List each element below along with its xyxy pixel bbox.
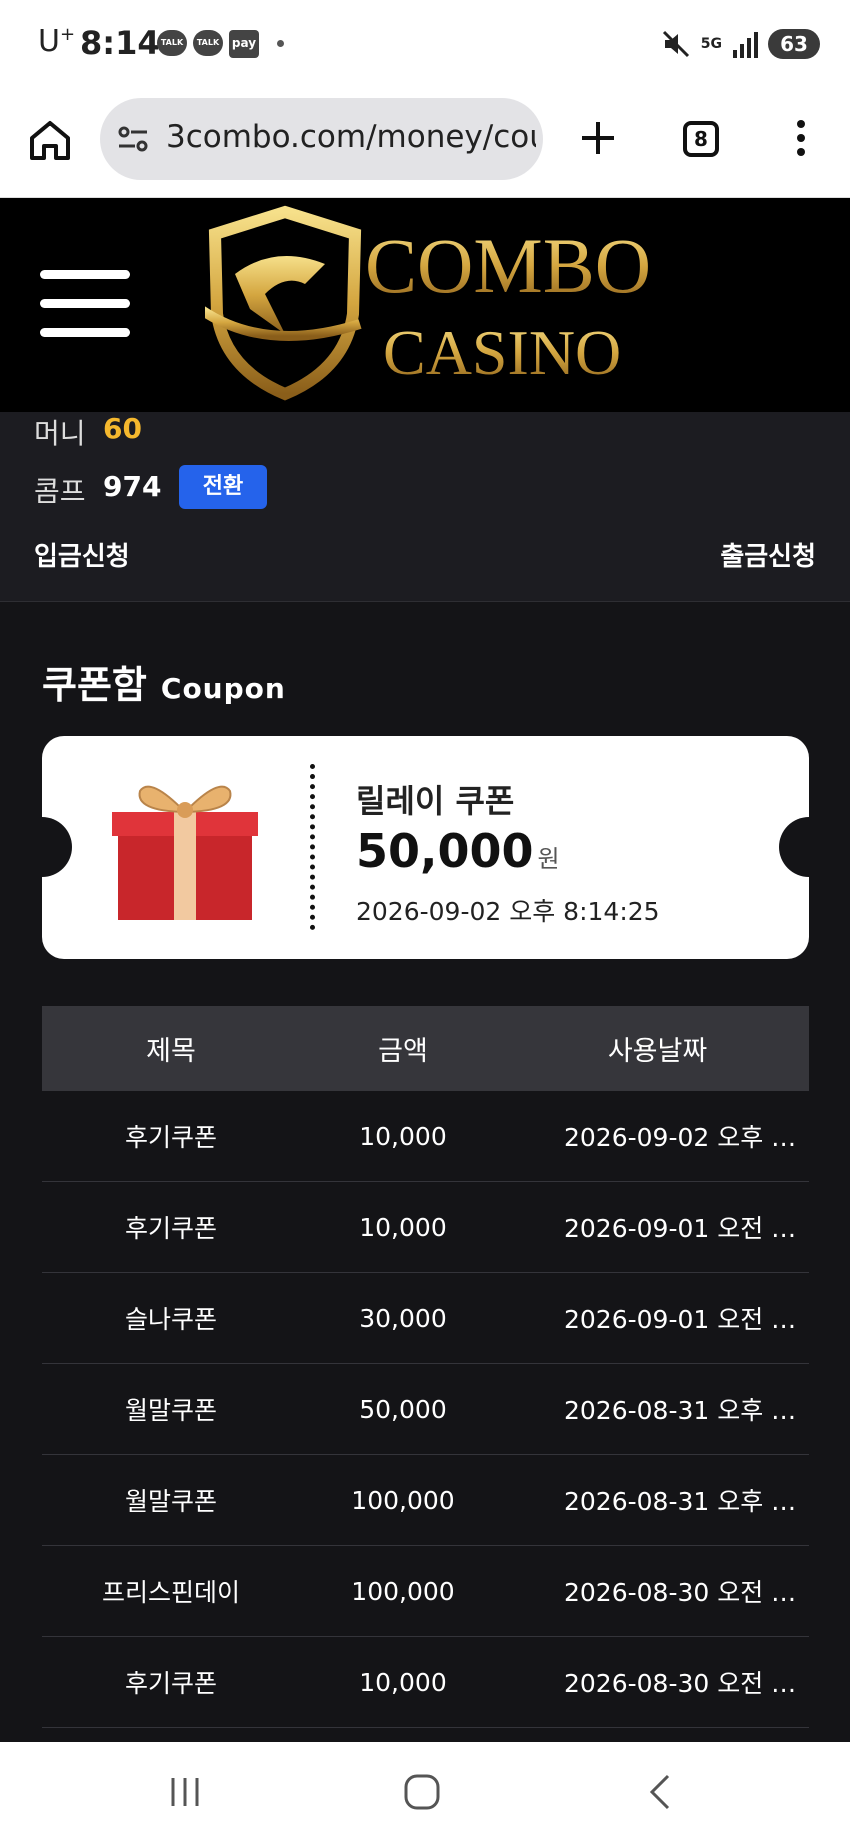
ticket-divider: [310, 764, 315, 930]
money-label: 머니: [34, 417, 86, 450]
row-amount: 50,000: [359, 1394, 447, 1424]
table-header: 제목 금액 사용날짜: [42, 1006, 809, 1091]
table-row[interactable]: 후기쿠폰 10,000 2026-09-02 오후 …: [42, 1091, 809, 1182]
coupon-ticket[interactable]: 릴레이 쿠폰 50,000 원 2026-09-02 오후 8:14:25: [42, 736, 809, 959]
status-bar: U+ 8:14 TALK TALK pay 5G 63: [0, 0, 850, 88]
carrier-label: U+: [38, 24, 76, 59]
withdraw-request-link[interactable]: 출금신청: [720, 536, 816, 573]
svg-text:CASINO: CASINO: [383, 317, 621, 388]
back-icon[interactable]: [642, 1772, 682, 1812]
ticket-notch-right: [779, 817, 809, 877]
status-time: 8:14: [80, 24, 160, 62]
talk-notification-icon: TALK: [157, 30, 187, 56]
row-amount: 10,000: [359, 1667, 447, 1697]
svg-text:COMBO: COMBO: [365, 222, 651, 309]
table-row[interactable]: 프리스핀데이 100,000 2026-08-30 오전 …: [42, 1546, 809, 1637]
row-date: 2026-08-30 오전 …: [564, 1578, 797, 1607]
row-date: 2026-09-01 오전 …: [564, 1214, 797, 1243]
balance-panel: 머니 60 콤프 974 전환 입금신청 출금신청: [0, 412, 850, 602]
row-amount: 10,000: [359, 1121, 447, 1151]
row-amount: 10,000: [359, 1212, 447, 1242]
table-row[interactable]: 후기쿠폰 10,000 2026-09-01 오전 …: [42, 1182, 809, 1273]
mute-icon: [662, 30, 689, 58]
ticket-notch-left: [42, 817, 72, 877]
coupon-title-ko: 쿠폰함: [42, 663, 147, 707]
table-row[interactable]: 슬나쿠폰 30,000 2026-09-01 오전 …: [42, 1273, 809, 1364]
row-date: 2026-09-01 오전 …: [564, 1305, 797, 1334]
row-date: 2026-08-31 오후 …: [564, 1487, 797, 1516]
new-tab-icon[interactable]: [578, 118, 618, 158]
row-title: 월말쿠폰: [124, 1396, 217, 1425]
more-notifications-dot: [277, 40, 284, 47]
row-title: 후기쿠폰: [124, 1669, 217, 1698]
browser-toolbar: 3combo.com/money/coupon 8: [0, 88, 850, 198]
comp-value: 974: [103, 470, 162, 503]
network-5g-icon: 5G: [700, 36, 722, 52]
row-date: 2026-09-02 오후 …: [564, 1123, 797, 1152]
gift-box-icon: [112, 785, 258, 920]
money-value: 60: [103, 412, 142, 445]
row-title: 프리스핀데이: [101, 1578, 240, 1607]
recent-apps-icon[interactable]: [165, 1772, 205, 1812]
row-amount: 30,000: [359, 1303, 447, 1333]
coupon-date: 2026-09-02 오후 8:14:25: [356, 897, 660, 926]
comp-label: 콤프: [34, 475, 86, 508]
row-amount: 100,000: [351, 1576, 455, 1606]
tab-switcher-button[interactable]: 8: [683, 121, 719, 157]
coupon-amount: 50,000 원: [356, 824, 560, 878]
table-row[interactable]: 후기쿠폰 10,000 2026-08-30 오전 …: [42, 1637, 809, 1728]
deposit-request-link[interactable]: 입금신청: [34, 536, 130, 573]
url-text[interactable]: 3combo.com/money/coupon: [166, 119, 536, 155]
row-date: 2026-08-31 오후 …: [564, 1396, 797, 1425]
coupon-title-en: Coupon: [160, 672, 286, 705]
row-title: 월말쿠폰: [124, 1487, 217, 1516]
home-nav-icon[interactable]: [402, 1772, 442, 1812]
signal-icon: [733, 32, 758, 58]
site-settings-icon[interactable]: [116, 122, 150, 156]
header-amount: 금액: [378, 1036, 428, 1067]
home-icon[interactable]: [28, 118, 72, 162]
system-nav-bar: [0, 1742, 850, 1842]
address-bar[interactable]: 3combo.com/money/coupon: [100, 98, 543, 180]
coupon-name: 릴레이 쿠폰: [356, 782, 515, 820]
header-date: 사용날짜: [607, 1036, 708, 1067]
table-row[interactable]: 월말쿠폰 50,000 2026-08-31 오후 …: [42, 1364, 809, 1455]
page-title: 쿠폰함 Coupon: [42, 654, 286, 709]
more-options-icon[interactable]: [786, 118, 816, 158]
battery-icon: 63: [768, 29, 820, 59]
hamburger-menu-icon[interactable]: [40, 270, 130, 338]
site-header: COMBO CASINO: [0, 198, 850, 412]
convert-button[interactable]: 전환: [179, 465, 267, 509]
pay-notification-icon: pay: [229, 30, 259, 58]
combo-casino-logo[interactable]: COMBO CASINO: [205, 204, 655, 404]
header-title: 제목: [146, 1036, 196, 1067]
row-title: 슬나쿠폰: [124, 1305, 217, 1334]
row-title: 후기쿠폰: [124, 1214, 217, 1243]
row-amount: 100,000: [351, 1485, 455, 1515]
coupon-history-table: 제목 금액 사용날짜 후기쿠폰 10,000 2026-09-02 오후 … 후…: [42, 1006, 809, 1728]
row-date: 2026-08-30 오전 …: [564, 1669, 797, 1698]
table-row[interactable]: 월말쿠폰 100,000 2026-08-31 오후 …: [42, 1455, 809, 1546]
row-title: 후기쿠폰: [124, 1123, 217, 1152]
talk-notification-icon: TALK: [193, 30, 223, 56]
